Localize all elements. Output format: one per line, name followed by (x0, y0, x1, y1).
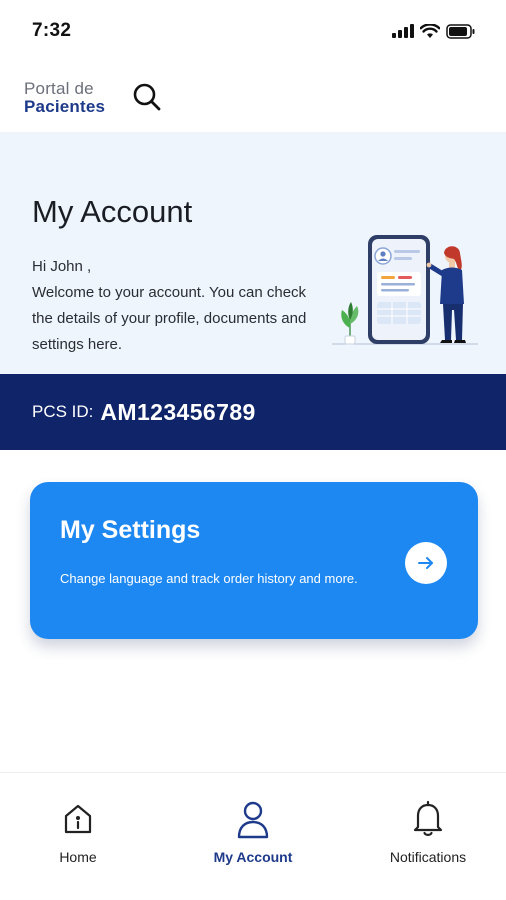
app-header: Portal de Pacientes (0, 62, 506, 132)
pcs-id-banner: PCS ID: AM123456789 (0, 374, 506, 450)
welcome-text: Welcome to your account. You can check t… (32, 284, 307, 353)
home-icon (60, 799, 96, 839)
logo-line2: Pacientes (24, 96, 106, 116)
status-bar: 7:32 (0, 0, 506, 62)
nav-label-notifications: Notifications (389, 849, 467, 865)
logo-line1: Portal de (24, 78, 94, 98)
status-icons (392, 23, 476, 39)
my-settings-card[interactable]: My Settings Change language and track or… (30, 482, 478, 639)
signal-icon (392, 24, 414, 38)
nav-label-home: Home (59, 849, 97, 865)
page-title: My Account (32, 194, 193, 229)
welcome-message: Hi John , Welcome to your account. You c… (32, 254, 322, 358)
search-icon (133, 83, 161, 111)
account-hero: My Account Hi John , Welcome to your acc… (0, 132, 506, 374)
nav-item-my-account[interactable]: My Account (178, 773, 328, 883)
account-illustration (332, 235, 478, 345)
arrow-right-icon (418, 557, 433, 569)
nav-item-home[interactable]: Home (3, 773, 153, 883)
status-time: 7:32 (32, 20, 72, 41)
bell-icon (412, 799, 444, 839)
settings-arrow-button[interactable] (405, 542, 447, 584)
greeting-text: Hi John , (32, 258, 92, 275)
wifi-icon (420, 23, 440, 38)
battery-icon (446, 23, 475, 39)
search-button[interactable] (131, 81, 163, 113)
pcs-id-label: PCS ID: (32, 402, 94, 421)
user-icon (235, 799, 271, 839)
bottom-navigation: Home My Account Notifications (0, 772, 506, 900)
app-logo[interactable]: Portal de Pacientes (24, 80, 105, 115)
pcs-id-value: AM123456789 (100, 398, 256, 425)
settings-card-description: Change language and track order history … (60, 571, 358, 586)
settings-card-title: My Settings (60, 516, 201, 544)
nav-item-notifications[interactable]: Notifications (353, 773, 503, 883)
nav-label-my-account: My Account (213, 849, 293, 865)
